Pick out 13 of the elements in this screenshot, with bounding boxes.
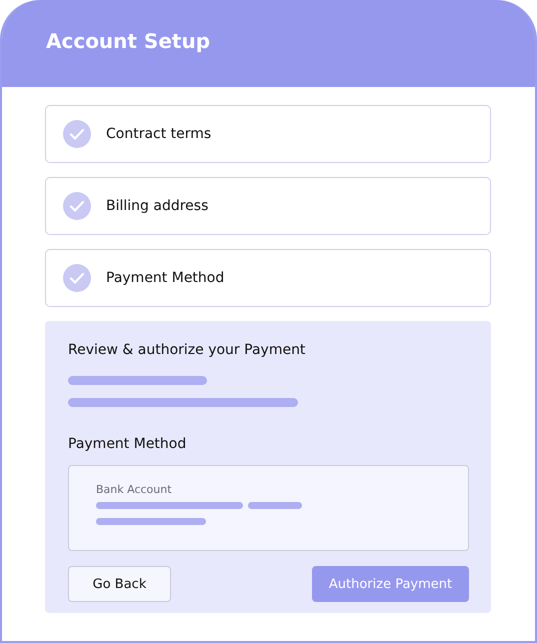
section-title: Payment Method xyxy=(68,436,188,452)
payment-method-card[interactable]: Bank Account xyxy=(68,465,469,551)
step-label: Contract terms xyxy=(106,126,212,142)
step-item[interactable]: Billing address xyxy=(45,177,491,235)
method-label: Bank Account xyxy=(96,483,173,496)
back-button[interactable]: Go Back xyxy=(68,566,171,602)
step-label: Payment Method xyxy=(106,270,224,286)
step-item[interactable]: Contract terms xyxy=(45,105,491,163)
section-title: Review & authorize your Payment xyxy=(68,342,306,358)
window-title: Account Setup xyxy=(46,28,210,52)
step-label: Billing address xyxy=(106,198,208,214)
step-item[interactable]: Payment Method xyxy=(45,249,491,307)
placeholder-line xyxy=(248,502,302,509)
